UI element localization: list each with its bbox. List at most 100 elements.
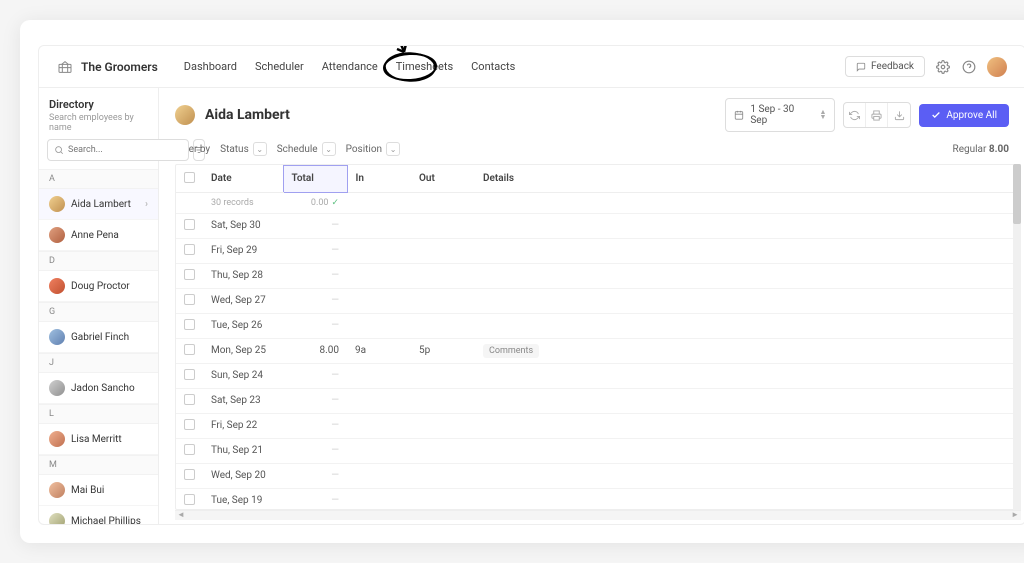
table-row[interactable]: Fri, Sep 29—	[176, 238, 1020, 263]
cell-in	[347, 463, 411, 488]
employee-list: AAida Lambert›Anne PenaDDoug ProctorGGab…	[39, 169, 158, 524]
vertical-scrollbar[interactable]	[1013, 164, 1021, 510]
employee-row[interactable]: Gabriel Finch	[39, 322, 158, 353]
col-total[interactable]: Total	[283, 166, 347, 193]
cell-details	[475, 463, 1020, 488]
export-button[interactable]	[888, 103, 910, 127]
employee-name: Gabriel Finch	[71, 332, 129, 343]
col-out[interactable]: Out	[411, 166, 475, 193]
table-row[interactable]: Tue, Sep 26—	[176, 313, 1020, 338]
employee-row[interactable]: Mai Bui	[39, 475, 158, 506]
row-checkbox[interactable]	[184, 344, 195, 355]
filter-schedule[interactable]: Schedule⌄	[277, 142, 336, 156]
cell-total: —	[283, 463, 347, 488]
cell-total: —	[283, 438, 347, 463]
cell-out	[411, 438, 475, 463]
row-checkbox[interactable]	[184, 394, 195, 405]
cell-details	[475, 238, 1020, 263]
user-avatar[interactable]	[987, 57, 1007, 77]
cell-total: —	[283, 363, 347, 388]
table-row[interactable]: Fri, Sep 22—	[176, 413, 1020, 438]
settings-button[interactable]	[935, 59, 951, 75]
employee-row[interactable]: Anne Pena	[39, 220, 158, 251]
row-checkbox[interactable]	[184, 469, 195, 480]
comments-pill[interactable]: Comments	[483, 344, 539, 358]
cell-out: 5p	[411, 338, 475, 363]
cell-out	[411, 363, 475, 388]
chevron-down-icon: ⌄	[386, 142, 400, 156]
letter-divider: G	[39, 302, 158, 322]
row-checkbox[interactable]	[184, 294, 195, 305]
help-button[interactable]	[961, 59, 977, 75]
table-row[interactable]: Sat, Sep 30—	[176, 213, 1020, 238]
row-checkbox[interactable]	[184, 269, 195, 280]
row-checkbox[interactable]	[184, 494, 195, 505]
top-bar: The Groomers Dashboard Scheduler Attenda…	[39, 46, 1024, 88]
cell-out	[411, 388, 475, 413]
approve-all-button[interactable]: Approve All	[919, 104, 1009, 127]
nav-attendance[interactable]: Attendance	[322, 60, 378, 73]
row-checkbox[interactable]	[184, 419, 195, 430]
nav-contacts[interactable]: Contacts	[471, 60, 515, 73]
avatar	[49, 227, 65, 243]
print-button[interactable]	[866, 103, 888, 127]
employee-row[interactable]: Michael Phillips	[39, 506, 158, 524]
table-row[interactable]: Thu, Sep 28—	[176, 263, 1020, 288]
page-title: Aida Lambert	[205, 107, 290, 123]
cell-in	[347, 313, 411, 338]
date-range-picker[interactable]: 1 Sep - 30 Sep ▲▼	[725, 98, 835, 132]
col-in[interactable]: In	[347, 166, 411, 193]
table-row[interactable]: Sat, Sep 23—	[176, 388, 1020, 413]
cell-details	[475, 288, 1020, 313]
filter-status[interactable]: Status⌄	[220, 142, 267, 156]
select-all-checkbox[interactable]	[184, 172, 195, 183]
employee-row[interactable]: Aida Lambert›	[39, 189, 158, 220]
row-checkbox[interactable]	[184, 219, 195, 230]
employee-name: Anne Pena	[71, 230, 119, 241]
cell-date: Sat, Sep 30	[203, 213, 283, 238]
cell-in	[347, 388, 411, 413]
row-checkbox[interactable]	[184, 319, 195, 330]
row-checkbox[interactable]	[184, 444, 195, 455]
nav-timesheets[interactable]: Timesheets	[396, 60, 453, 73]
letter-divider: D	[39, 251, 158, 271]
employee-name: Jadon Sancho	[71, 383, 135, 394]
table-row[interactable]: Sun, Sep 24—	[176, 363, 1020, 388]
logo-icon	[57, 59, 73, 75]
table-row[interactable]: Wed, Sep 27—	[176, 288, 1020, 313]
feedback-button[interactable]: Feedback	[845, 56, 925, 77]
employee-row[interactable]: Doug Proctor	[39, 271, 158, 302]
avatar	[49, 196, 65, 212]
employee-name: Doug Proctor	[71, 281, 130, 292]
cell-details	[475, 363, 1020, 388]
cell-details	[475, 388, 1020, 413]
records-count: 30 records	[203, 192, 283, 213]
letter-divider: M	[39, 455, 158, 475]
table-row[interactable]: Thu, Sep 21—	[176, 438, 1020, 463]
horizontal-scrollbar[interactable]	[175, 510, 1021, 520]
row-checkbox[interactable]	[184, 244, 195, 255]
cell-out	[411, 288, 475, 313]
filter-position[interactable]: Position⌄	[346, 142, 400, 156]
col-date[interactable]: Date	[203, 166, 283, 193]
row-checkbox[interactable]	[184, 369, 195, 380]
refresh-icon	[849, 110, 860, 121]
cell-details	[475, 313, 1020, 338]
nav-dashboard[interactable]: Dashboard	[184, 60, 237, 73]
col-details[interactable]: Details	[475, 166, 1020, 193]
search-input[interactable]	[47, 139, 189, 161]
table-row[interactable]: Tue, Sep 19—	[176, 488, 1020, 510]
refresh-button[interactable]	[844, 103, 866, 127]
cell-date: Tue, Sep 19	[203, 488, 283, 510]
cell-out	[411, 263, 475, 288]
table-row[interactable]: Mon, Sep 258.009a5pComments	[176, 338, 1020, 363]
cell-total: —	[283, 488, 347, 510]
avatar	[49, 513, 65, 524]
nav-scheduler[interactable]: Scheduler	[255, 60, 304, 73]
cell-out	[411, 238, 475, 263]
employee-name: Michael Phillips	[71, 516, 141, 525]
employee-row[interactable]: Jadon Sancho	[39, 373, 158, 404]
employee-row[interactable]: Lisa Merritt	[39, 424, 158, 455]
cell-total: —	[283, 388, 347, 413]
table-row[interactable]: Wed, Sep 20—	[176, 463, 1020, 488]
